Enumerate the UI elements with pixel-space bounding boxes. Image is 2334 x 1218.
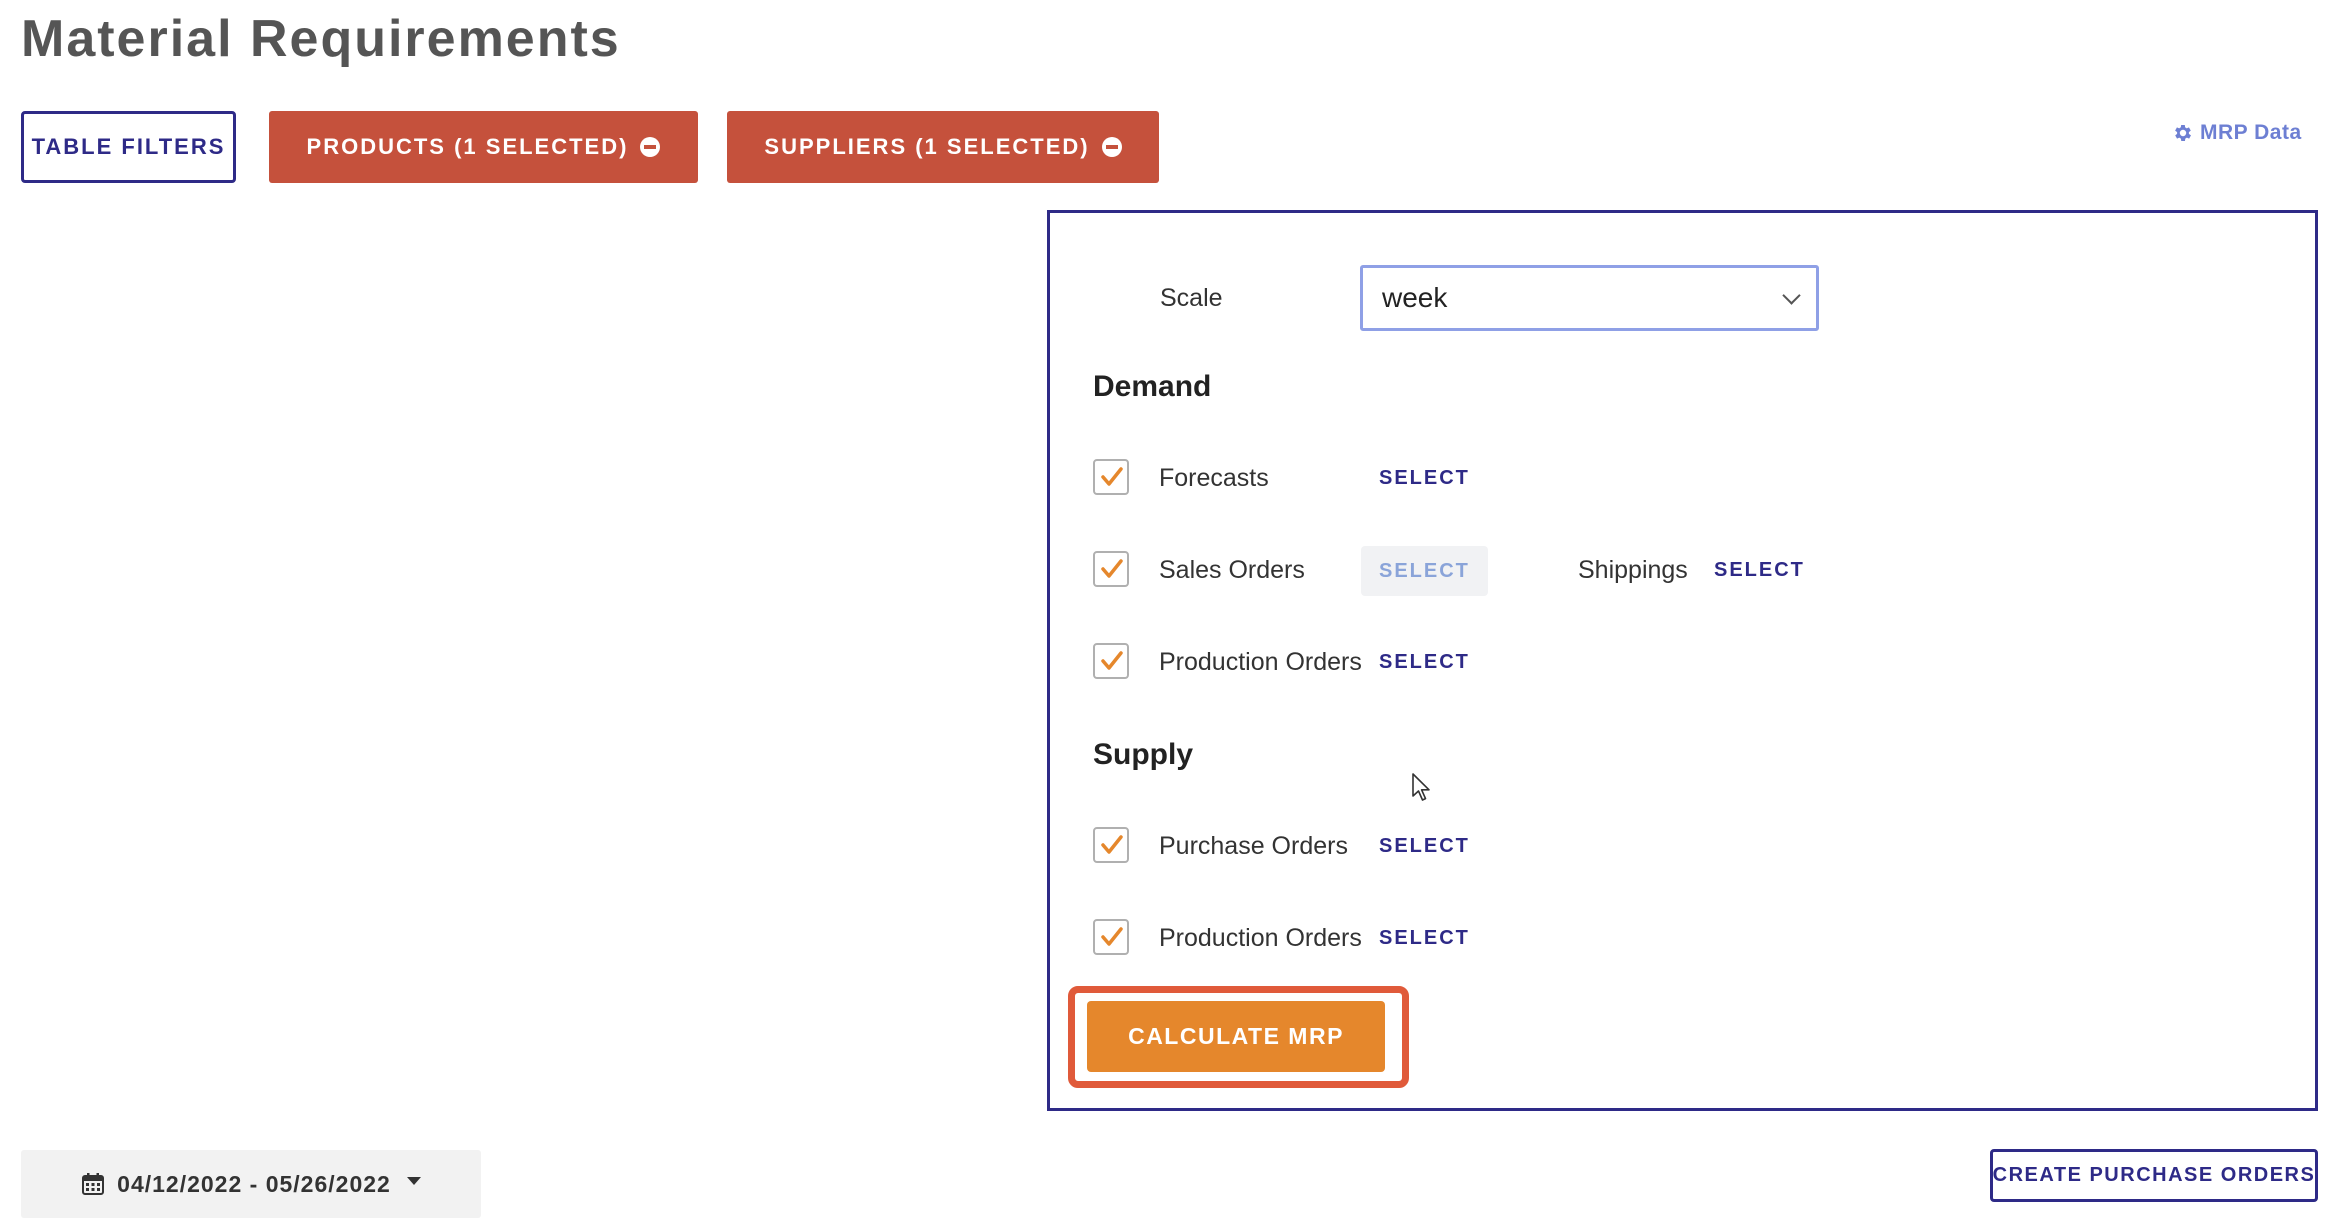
demand-production-orders-label: Production Orders	[1159, 648, 1362, 676]
mrp-data-label: MRP Data	[2200, 121, 2302, 144]
sales-orders-select-link[interactable]: SELECT	[1361, 546, 1488, 596]
checkmark-icon	[1101, 467, 1123, 486]
table-filters-button[interactable]: TABLE FILTERS	[21, 111, 236, 183]
mouse-cursor-icon	[1412, 773, 1430, 801]
checkmark-icon	[1101, 559, 1123, 578]
sales-orders-checkbox[interactable]	[1093, 551, 1129, 587]
calculate-mrp-label: CALCULATE MRP	[1128, 1023, 1344, 1049]
forecasts-select-link[interactable]: SELECT	[1379, 464, 1470, 492]
demand-production-orders-select-link[interactable]: SELECT	[1379, 648, 1470, 676]
demand-production-orders-checkbox[interactable]	[1093, 643, 1129, 679]
date-range-value: 04/12/2022 - 05/26/2022	[117, 1170, 391, 1197]
remove-circle-icon[interactable]	[640, 137, 661, 157]
table-filters-label: TABLE FILTERS	[31, 134, 226, 159]
chevron-down-icon	[1782, 286, 1801, 305]
sales-orders-label: Sales Orders	[1159, 556, 1305, 584]
checkmark-icon	[1101, 927, 1123, 946]
scale-select[interactable]: week	[1360, 265, 1819, 331]
shippings-select-link[interactable]: SELECT	[1714, 556, 1805, 584]
supply-production-orders-checkbox[interactable]	[1093, 919, 1129, 955]
create-purchase-orders-label: CREATE PURCHASE ORDERS	[1992, 1164, 2316, 1186]
calculate-mrp-button[interactable]: CALCULATE MRP	[1087, 1001, 1385, 1072]
purchase-orders-select-link[interactable]: SELECT	[1379, 832, 1470, 860]
purchase-orders-checkbox[interactable]	[1093, 827, 1129, 863]
checkmark-icon	[1101, 651, 1123, 670]
create-purchase-orders-button[interactable]: CREATE PURCHASE ORDERS	[1990, 1149, 2318, 1202]
mrp-settings-panel: Scale week Demand Forecasts SELECT Sales…	[1047, 210, 2318, 1111]
demand-section-title: Demand	[1093, 370, 1212, 403]
date-range-picker[interactable]: 04/12/2022 - 05/26/2022	[21, 1150, 481, 1218]
supply-production-orders-label: Production Orders	[1159, 924, 1362, 952]
shippings-label: Shippings	[1578, 556, 1688, 584]
suppliers-filter-button[interactable]: SUPPLIERS (1 SELECTED)	[727, 111, 1159, 183]
forecasts-label: Forecasts	[1159, 464, 1269, 492]
purchase-orders-label: Purchase Orders	[1159, 832, 1348, 860]
calendar-icon	[82, 1173, 105, 1195]
caret-down-icon	[406, 1177, 421, 1185]
supply-production-orders-select-link[interactable]: SELECT	[1379, 924, 1470, 952]
products-filter-button[interactable]: PRODUCTS (1 SELECTED)	[269, 111, 698, 183]
gear-icon	[2175, 125, 2191, 141]
supply-section-title: Supply	[1093, 738, 1194, 771]
scale-label: Scale	[1160, 284, 1223, 312]
forecasts-checkbox[interactable]	[1093, 459, 1129, 495]
remove-circle-icon[interactable]	[1101, 137, 1122, 157]
page-title: Material Requirements	[21, 10, 621, 68]
scale-select-value: week	[1382, 282, 1448, 313]
mrp-data-link[interactable]: MRP Data	[2172, 121, 2302, 145]
products-filter-label: PRODUCTS (1 SELECTED)	[306, 134, 629, 159]
checkmark-icon	[1101, 835, 1123, 854]
suppliers-filter-label: SUPPLIERS (1 SELECTED)	[764, 134, 1090, 159]
